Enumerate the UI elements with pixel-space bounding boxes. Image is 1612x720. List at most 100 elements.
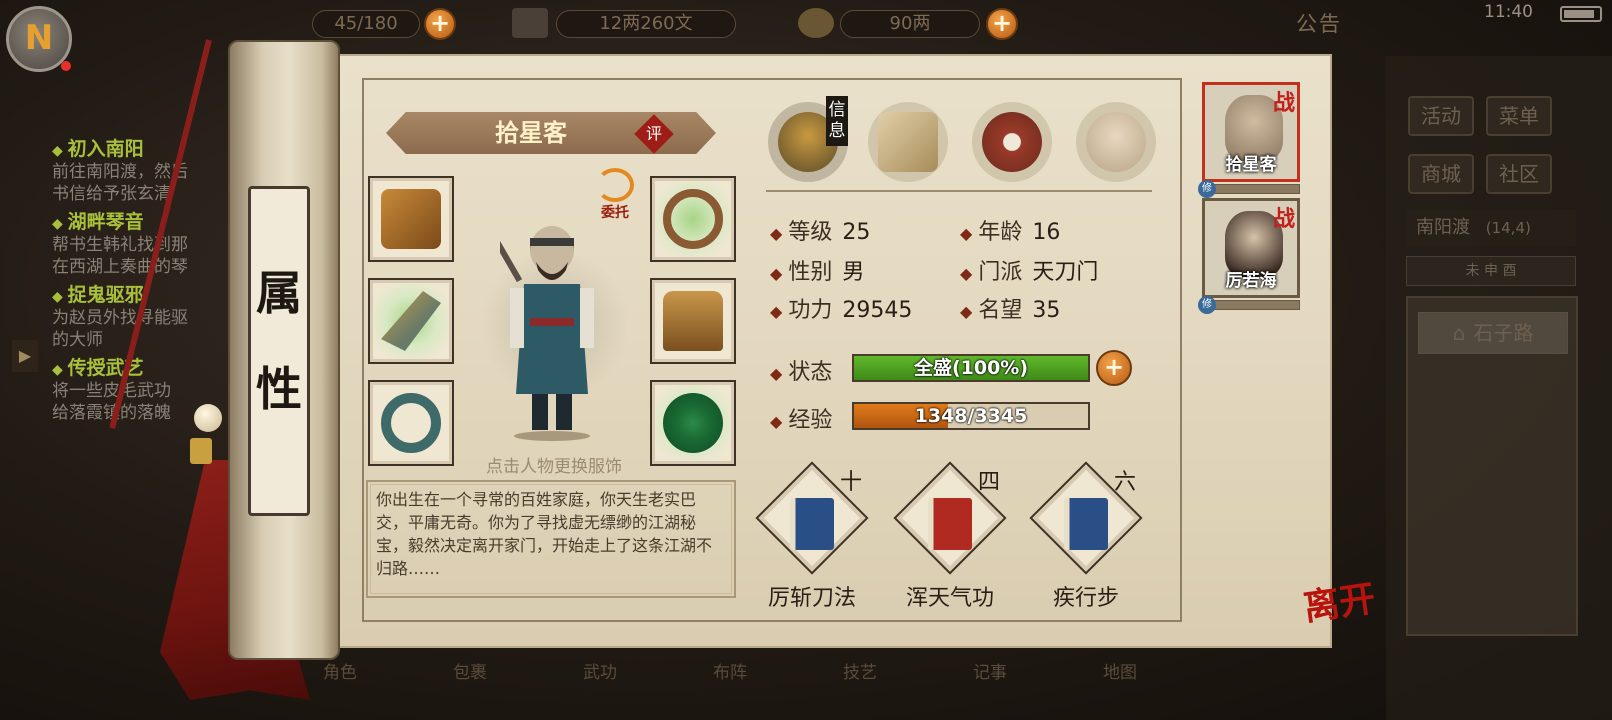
stat-value: 25: [842, 220, 871, 245]
left-boot: [532, 394, 548, 430]
community-button[interactable]: 社区: [1486, 154, 1552, 194]
exp-bar: 1348/3345: [852, 402, 1090, 430]
location-coords: (14,4): [1485, 219, 1531, 237]
skill-book-icon: [790, 498, 834, 550]
sash: [530, 318, 574, 326]
commission-icon: [596, 168, 634, 202]
commission-label: 委托: [601, 205, 629, 221]
party-member-bar: [1202, 184, 1300, 194]
quest-desc: 的大师: [52, 330, 103, 350]
party-member-card[interactable]: 战 厉若海: [1202, 198, 1300, 298]
nav-skills[interactable]: 技艺: [820, 658, 900, 683]
party-member-name: 拾星客: [1225, 155, 1277, 175]
time-of-day-bar: 未 申 酉: [1406, 256, 1576, 286]
quest-title: 传授武艺: [52, 353, 232, 380]
quest-list: 初入南阳 前往南阳渡，然后 书信给予张玄清 湖畔琴音 帮书生韩礼找到那 在西湖上…: [52, 132, 232, 424]
headband-cloth: [530, 238, 574, 246]
equip-slot-gloves[interactable]: [368, 176, 454, 262]
equip-slot-accessory[interactable]: [650, 380, 736, 466]
stat-label: 经验: [770, 408, 832, 433]
status-bar: 全盛(100%): [852, 354, 1090, 382]
nav-martial-arts[interactable]: 武功: [560, 658, 640, 683]
jade-pendant-icon: [663, 393, 723, 453]
stat-label: 性别: [770, 260, 832, 285]
stat-power: 功力 29545: [770, 292, 912, 324]
leave-button[interactable]: 离开: [1301, 578, 1382, 658]
stamina-counter: 45/180: [312, 10, 420, 38]
skill-name: 厉斩刀法: [767, 586, 856, 611]
character-bio: 你出生在一个寻常的百姓家庭，你天生老实巴交，平庸无奇。你为了寻找虚无缥缈的江湖秘…: [366, 480, 736, 598]
location-name: 南阳渡: [1416, 217, 1470, 238]
left-sleeve: [510, 288, 524, 348]
quest-desc: 在西湖上奏曲的琴: [52, 257, 188, 277]
stat-label: 功力: [770, 298, 832, 323]
blade-icon: [381, 291, 441, 351]
bracers-icon: [381, 189, 441, 249]
silver-amount: 12两260文: [556, 10, 736, 38]
battery-icon: [1560, 6, 1602, 22]
status-bar-text: 全盛(100%): [913, 357, 1029, 379]
equip-slot-ring[interactable]: [368, 380, 454, 466]
menu-button[interactable]: 菜单: [1486, 96, 1552, 136]
quest-item[interactable]: 初入南阳 前往南阳渡，然后 书信给予张玄清: [52, 134, 232, 205]
skill-slot[interactable]: 四 浑天气功: [890, 461, 1010, 612]
restore-status-button[interactable]: +: [1096, 350, 1132, 386]
skill-slot[interactable]: 六 疾行步: [1026, 461, 1146, 612]
clock: 11:40: [1484, 2, 1533, 22]
gold-ingot-icon: [798, 8, 834, 38]
activity-button[interactable]: 活动: [1408, 96, 1474, 136]
silver-icon: [512, 8, 548, 38]
quest-desc: 帮书生韩礼找到那: [52, 235, 188, 255]
add-stamina-button[interactable]: +: [424, 8, 456, 40]
tassel-bead: [194, 404, 222, 432]
right-boot: [556, 394, 572, 430]
equip-slot-armor[interactable]: [650, 278, 736, 364]
nav-formation[interactable]: 布阵: [690, 658, 770, 683]
stat-level: 等级 25: [770, 214, 870, 246]
quest-toggle-arrow-icon[interactable]: ▶: [12, 340, 38, 372]
commission-button[interactable]: 委托: [590, 168, 640, 222]
place-button[interactable]: ⌂ 石子路: [1418, 312, 1568, 354]
skill-name: 浑天气功: [905, 586, 994, 611]
stat-fame: 名望 35: [960, 292, 1060, 324]
scroll-letter-icon: [878, 112, 938, 172]
notification-dot: [61, 61, 71, 71]
party-member-card[interactable]: 战 拾星客: [1202, 82, 1300, 182]
tab-body[interactable]: [1076, 102, 1156, 182]
rate-label: 评: [645, 123, 663, 143]
right-sleeve: [580, 288, 594, 348]
stat-value: 29545: [842, 298, 913, 323]
stat-label: 年龄: [960, 220, 1022, 245]
notice-button[interactable]: 公告: [1296, 8, 1342, 38]
quest-desc: 书信给予张玄清: [52, 184, 171, 204]
tab-letter[interactable]: [868, 102, 948, 182]
ring-icon: [381, 393, 441, 453]
skill-level: 四: [977, 470, 1000, 495]
equip-slot-belt[interactable]: [650, 176, 736, 262]
game-logo-button[interactable]: N: [6, 6, 72, 72]
tab-bagua[interactable]: [972, 102, 1052, 182]
character-figure[interactable]: [500, 214, 604, 442]
shop-button[interactable]: 商城: [1408, 154, 1474, 194]
bottom-nav: 角色 包裹 武功 布阵 技艺 记事 地图: [300, 650, 1200, 720]
equip-slot-weapon[interactable]: [368, 278, 454, 364]
stat-label: 等级: [770, 220, 832, 245]
quest-item[interactable]: 湖畔琴音 帮书生韩礼找到那 在西湖上奏曲的琴: [52, 207, 232, 278]
skill-book-icon: [928, 498, 972, 550]
muscle-body-icon: [1086, 112, 1146, 172]
nav-role[interactable]: 角色: [300, 658, 380, 683]
tab-divider: [766, 190, 1152, 192]
sword-hilt: [500, 235, 523, 283]
nav-journal[interactable]: 记事: [950, 658, 1030, 683]
armor-icon: [663, 291, 723, 351]
quest-title: 初入南阳: [52, 134, 232, 161]
head: [530, 226, 574, 274]
add-gold-button[interactable]: +: [986, 8, 1018, 40]
figure-shadow: [514, 431, 590, 441]
skill-slot[interactable]: 十 厉斩刀法: [752, 461, 872, 612]
skill-book-icon: [1064, 498, 1108, 550]
nav-map[interactable]: 地图: [1080, 658, 1160, 683]
stat-value: 男: [842, 260, 865, 285]
stat-sect: 门派天刀门: [960, 254, 1098, 286]
nav-bag[interactable]: 包裹: [430, 658, 510, 683]
